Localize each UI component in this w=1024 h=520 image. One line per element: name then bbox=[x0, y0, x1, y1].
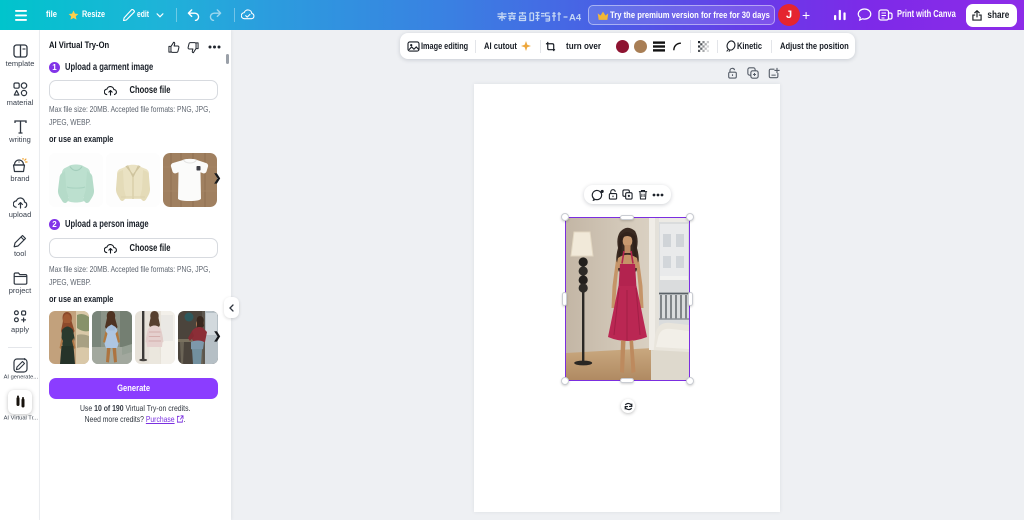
svg-text:A4: A4 bbox=[569, 13, 581, 23]
